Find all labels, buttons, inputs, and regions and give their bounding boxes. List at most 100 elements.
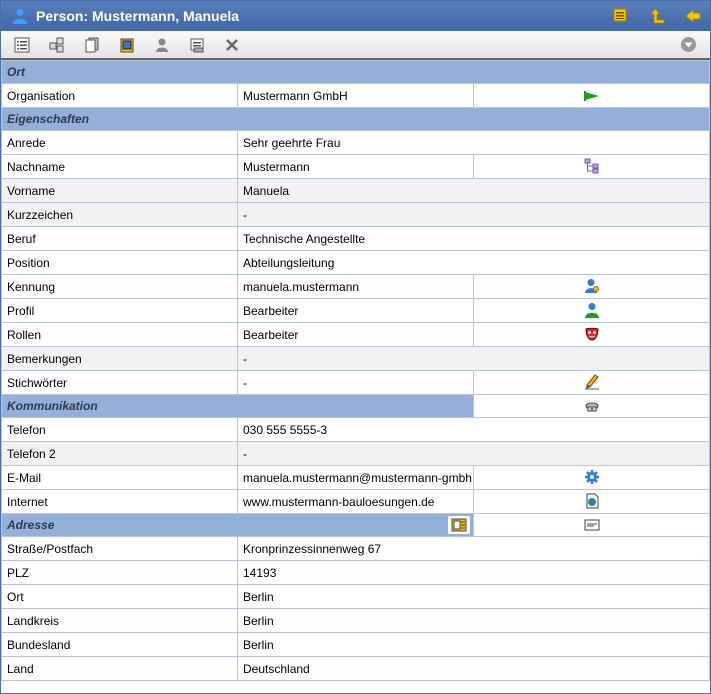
row-label: Land — [1, 656, 238, 681]
envelope-icon[interactable] — [583, 516, 601, 534]
hierarchy-icon[interactable] — [583, 157, 601, 175]
table-row: Organisation Mustermann GmbH — [1, 83, 710, 108]
row-label: Beruf — [1, 226, 238, 251]
section-title-text: Adresse — [7, 518, 55, 532]
table-row: Kurzzeichen - — [1, 202, 710, 227]
row-value: Bearbeiter — [237, 298, 474, 323]
row-value: - — [237, 346, 710, 371]
row-value: 030 555 5555-3 — [237, 417, 710, 442]
row-value: 14193 — [237, 560, 710, 585]
row-label: Vorname — [1, 178, 238, 203]
row-label: Ort — [1, 584, 238, 609]
structure-icon[interactable] — [48, 36, 66, 53]
table-row: Kennung manuela.mustermann — [1, 274, 710, 299]
table-row: Vorname Manuela — [1, 178, 710, 203]
go-arrow-icon[interactable] — [583, 87, 601, 105]
row-value: Berlin — [237, 632, 710, 657]
row-value: Deutschland — [237, 656, 710, 681]
table-row: PLZ 14193 — [1, 560, 710, 585]
row-label: Anrede — [1, 130, 238, 155]
section-header: Eigenschaften — [1, 107, 710, 131]
table-row: Straße/Postfach Kronprinzessinnenweg 67 — [1, 536, 710, 561]
row-value: Technische Angestellte — [237, 226, 710, 251]
pencil-icon[interactable] — [583, 373, 601, 391]
section-title-ort: Ort — [1, 60, 710, 84]
table-row: Ort Berlin — [1, 584, 710, 609]
table-row: Telefon 030 555 5555-3 — [1, 417, 710, 442]
table-row: E-Mail manuela.mustermann@mustermann-gmb… — [1, 465, 710, 490]
person-icon — [12, 8, 28, 27]
level-up-icon[interactable] — [650, 8, 666, 27]
row-value: manuela.mustermann — [237, 274, 474, 299]
copy-icon[interactable] — [83, 36, 101, 53]
row-label: Rollen — [1, 322, 238, 347]
row-value: Abteilungsleitung — [237, 250, 710, 275]
user-key-icon[interactable] — [583, 277, 601, 295]
archive-icon[interactable] — [118, 36, 136, 53]
print-icon[interactable] — [188, 36, 206, 53]
row-label: Straße/Postfach — [1, 536, 238, 561]
web-page-icon[interactable] — [583, 492, 601, 510]
section-header: Adresse — [1, 513, 710, 537]
table-row: Nachname Mustermann — [1, 154, 710, 179]
row-value: Manuela — [237, 178, 710, 203]
user-profile-icon[interactable] — [583, 301, 601, 319]
section-header: Kommunikation — [1, 394, 710, 418]
table-row: Landkreis Berlin — [1, 608, 710, 633]
row-label: Telefon — [1, 417, 238, 442]
table-row: Bemerkungen - — [1, 346, 710, 371]
title-bar: Person: Mustermann, Manuela — [1, 1, 710, 31]
window-title: Person: Mustermann, Manuela — [36, 8, 240, 24]
address-card-icon[interactable] — [448, 516, 470, 534]
table-row: Position Abteilungsleitung — [1, 250, 710, 275]
row-value: - — [237, 441, 710, 466]
row-label: Kurzzeichen — [1, 202, 238, 227]
back-arrow-icon[interactable] — [685, 8, 701, 27]
phone-icon[interactable] — [583, 396, 601, 414]
person-details-table: Ort Organisation Mustermann GmbH Eigensc… — [1, 60, 710, 681]
row-label: Profil — [1, 298, 238, 323]
section-title-eigenschaften: Eigenschaften — [1, 107, 710, 131]
row-label: Telefon 2 — [1, 441, 238, 466]
row-value: Mustermann GmbH — [237, 83, 474, 108]
row-label: Landkreis — [1, 608, 238, 633]
row-label: Organisation — [1, 83, 238, 108]
row-label: E-Mail — [1, 465, 238, 490]
row-label: Position — [1, 250, 238, 275]
row-value: manuela.mustermann@mustermann-gmbh.de — [237, 465, 474, 490]
user-icon[interactable] — [153, 36, 171, 53]
table-row: Telefon 2 - — [1, 441, 710, 466]
section-title-adresse: Adresse — [1, 513, 474, 537]
toolbar — [1, 31, 710, 60]
table-row: Internet www.mustermann-bauloesungen.de — [1, 489, 710, 514]
row-value: - — [237, 202, 710, 227]
list-icon[interactable] — [613, 8, 627, 25]
table-row: Rollen Bearbeiter — [1, 322, 710, 347]
table-row: Land Deutschland — [1, 656, 710, 681]
gear-icon[interactable] — [583, 468, 601, 486]
mask-icon[interactable] — [583, 325, 601, 343]
row-label: PLZ — [1, 560, 238, 585]
person-window: Person: Mustermann, Manuela Ort Organisa… — [0, 0, 711, 694]
row-value: Berlin — [237, 584, 710, 609]
row-value: Mustermann — [237, 154, 474, 179]
row-value: Kronprinzessinnenweg 67 — [237, 536, 710, 561]
dropdown-icon[interactable] — [679, 36, 697, 53]
section-header: Ort — [1, 60, 710, 84]
row-value: Bearbeiter — [237, 322, 474, 347]
table-row: Bundesland Berlin — [1, 632, 710, 657]
row-label: Kennung — [1, 274, 238, 299]
row-label: Internet — [1, 489, 238, 514]
section-title-kommunikation: Kommunikation — [1, 394, 474, 418]
row-label: Nachname — [1, 154, 238, 179]
row-value: Sehr geehrte Frau — [237, 130, 710, 155]
row-value: Berlin — [237, 608, 710, 633]
row-value: www.mustermann-bauloesungen.de — [237, 489, 474, 514]
close-icon[interactable] — [223, 36, 241, 53]
table-row: Beruf Technische Angestellte — [1, 226, 710, 251]
table-row: Stichwörter - — [1, 370, 710, 395]
row-label: Bemerkungen — [1, 346, 238, 371]
row-label: Stichwörter — [1, 370, 238, 395]
table-row: Profil Bearbeiter — [1, 298, 710, 323]
details-list-icon[interactable] — [13, 36, 31, 53]
